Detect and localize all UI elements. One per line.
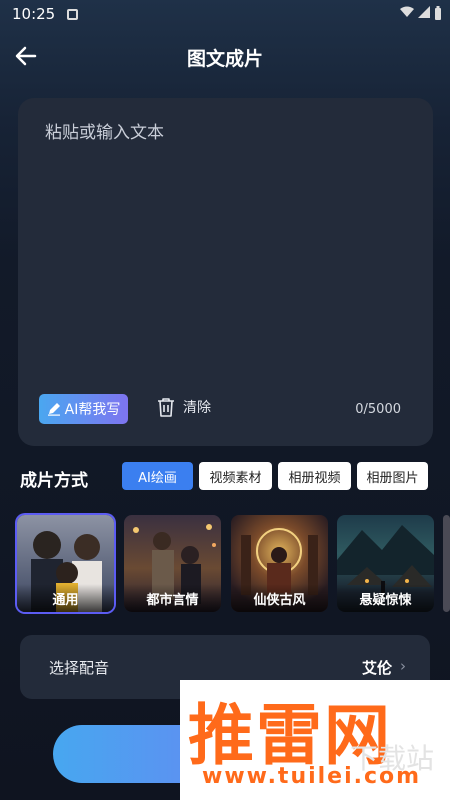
voice-value: 艾伦 — [361, 659, 392, 677]
trash-icon — [158, 398, 174, 417]
pen-icon — [47, 403, 60, 416]
style-label: 悬疑惊悚 — [337, 584, 434, 612]
style-card-suspense[interactable]: 悬疑惊悚 — [337, 515, 434, 612]
status-bar: 10:25 — [0, 0, 450, 28]
voice-label: 选择配音 — [49, 659, 110, 677]
clear-label: 清除 — [183, 400, 211, 416]
top-bar: 图文成片 — [0, 34, 450, 78]
ai-write-button[interactable]: AI帮我写 — [39, 394, 128, 424]
mode-option-album-video[interactable]: 相册视频 — [278, 462, 351, 490]
mode-option-album-image[interactable]: 相册图片 — [357, 462, 428, 490]
style-card-partial[interactable] — [443, 515, 450, 612]
text-editor[interactable]: 粘贴或输入文本 AI帮我写 清除 0/5000 — [18, 98, 433, 446]
watermark: 推雷网 下载站 www.tuilei.com — [180, 680, 450, 800]
page-title: 图文成片 — [186, 48, 263, 70]
style-card-xianxia[interactable]: 仙侠古风 — [231, 515, 328, 612]
wifi-icon — [400, 6, 414, 17]
chevron-right-icon: › — [400, 657, 406, 675]
mode-selector: 成片方式 AI绘画 视频素材 相册视频 相册图片 — [0, 460, 450, 496]
mode-option-video-material[interactable]: 视频素材 — [199, 462, 272, 490]
mode-label: 成片方式 — [20, 471, 88, 491]
text-input-placeholder[interactable]: 粘贴或输入文本 — [45, 118, 164, 143]
battery-icon — [435, 6, 441, 20]
ai-write-label: AI帮我写 — [64, 402, 121, 418]
style-list: 通用 都市言情 仙侠古风 悬疑惊悚 — [0, 515, 450, 615]
mode-option-ai-painting[interactable]: AI绘画 — [122, 462, 193, 490]
style-label: 仙侠古风 — [231, 584, 328, 612]
watermark-url: www.tuilei.com — [202, 764, 422, 789]
char-counter: 0/5000 — [355, 402, 401, 417]
style-label: 通用 — [17, 584, 114, 612]
style-card-general[interactable]: 通用 — [17, 515, 114, 612]
clear-button[interactable]: 清除 — [157, 397, 211, 417]
style-card-urban-romance[interactable]: 都市言情 — [124, 515, 221, 612]
style-label: 都市言情 — [124, 584, 221, 612]
signal-icon — [418, 6, 430, 18]
notification-icon — [67, 9, 78, 20]
status-time: 10:25 — [12, 5, 56, 23]
